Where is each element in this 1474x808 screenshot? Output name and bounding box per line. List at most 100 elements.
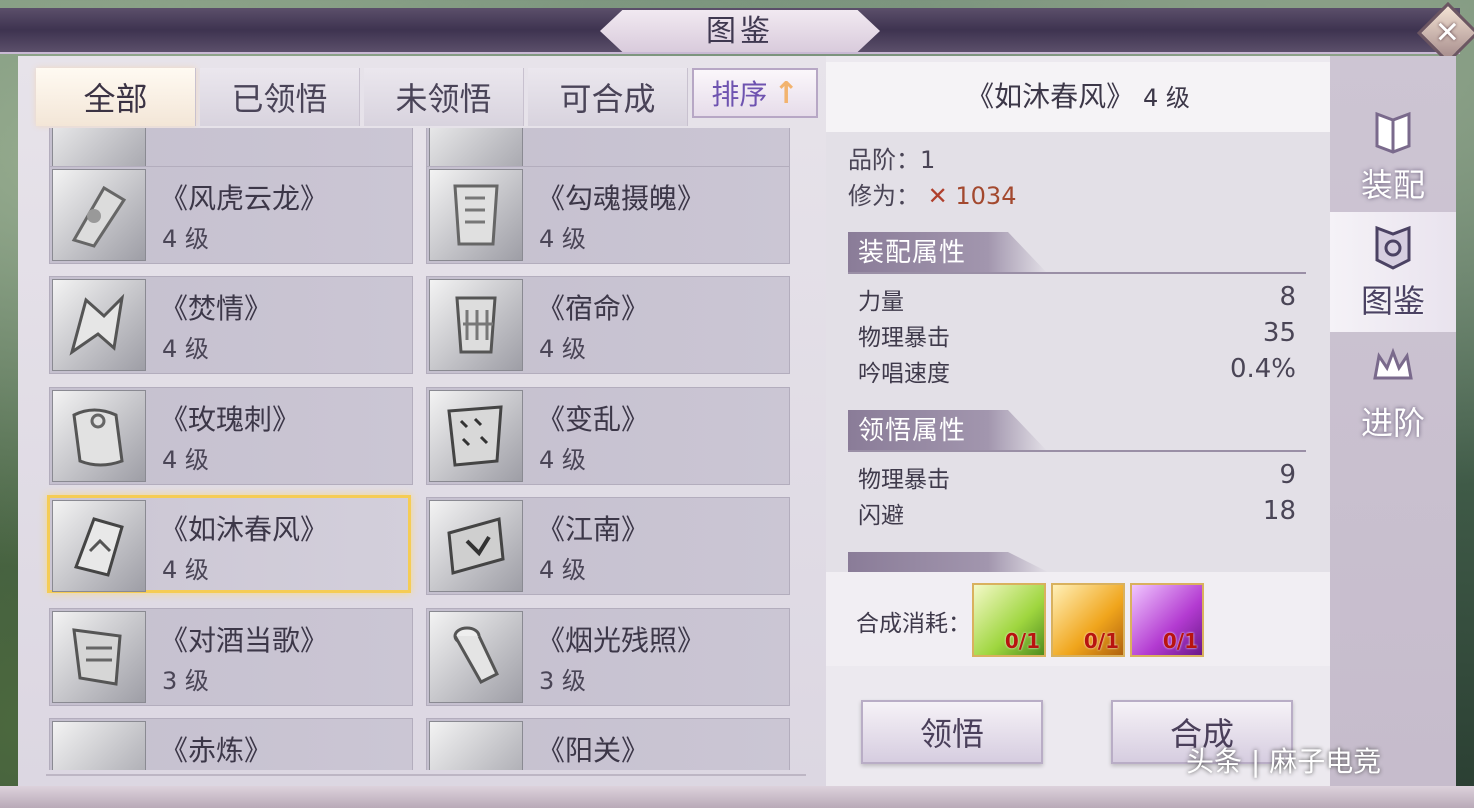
card-name: 《变乱》 [537, 403, 650, 436]
side-tab-equip[interactable]: 装配 [1330, 96, 1456, 216]
attr-value: 35 [1262, 318, 1296, 348]
list-item[interactable]: 《变乱》 4 级 [426, 387, 790, 485]
scroll-icon [429, 721, 523, 770]
comprehend-button-label: 领悟 [919, 715, 984, 753]
attr-name: 闪避 [858, 503, 904, 529]
crossed-swords-icon: ✕ [927, 182, 948, 210]
detail-title-name: 《如沐春风》 [966, 80, 1135, 113]
list-item[interactable]: 《风虎云龙》 4 级 [49, 166, 413, 264]
comprehend-button[interactable]: 领悟 [861, 700, 1043, 764]
attr-name: 吟唱速度 [858, 361, 950, 387]
tab-label: 已领悟 [231, 80, 328, 118]
tab-label: 未领悟 [395, 80, 492, 118]
list-item[interactable]: 《勾魂摄魄》 4 级 [426, 166, 790, 264]
card-level: 4 级 [162, 335, 209, 363]
window-title: 图鉴 [706, 14, 774, 49]
attr-row: 吟唱速度 0.4% [858, 354, 1296, 390]
tab-not-comprehended[interactable]: 未领悟 [364, 68, 524, 126]
card-name: 《如沐春风》 [160, 513, 329, 546]
list-item[interactable]: 《对酒当歌》 3 级 [49, 608, 413, 706]
cost-label: 合成消耗： [856, 611, 971, 637]
card-name: 《风虎云龙》 [160, 182, 329, 215]
watermark: 头条 | 麻子电竞 [1186, 745, 1382, 778]
attr-name: 力量 [858, 289, 904, 315]
detail-title-level: 4 级 [1143, 84, 1190, 112]
card-level: 4 级 [539, 335, 586, 363]
scroll-icon [52, 279, 146, 371]
scroll-icon [52, 611, 146, 703]
material-orange-scroll[interactable]: 0/1 [1051, 583, 1125, 657]
list-item[interactable]: 《江南》 4 级 [426, 497, 790, 595]
side-tab-advance[interactable]: 进阶 [1330, 334, 1456, 454]
attr-name: 物理暴击 [858, 325, 950, 351]
cultivation-label: 修为： [848, 182, 920, 210]
card-name: 《阳关》 [537, 734, 650, 767]
card-name: 《对酒当歌》 [160, 624, 329, 657]
card-level: 4 级 [162, 556, 209, 584]
scroll-icon [429, 500, 523, 592]
card-name: 《玫瑰刺》 [160, 403, 301, 436]
side-tab-collection[interactable]: 图鉴 [1330, 212, 1456, 332]
list-item[interactable]: 《阳关》 [426, 718, 790, 770]
attr-value: 0.4% [1229, 354, 1296, 384]
attr-row: 力量 8 [858, 282, 1296, 318]
side-tab-label: 图鉴 [1360, 282, 1425, 320]
grade-value: 1 [920, 146, 936, 174]
attr-name: 物理暴击 [858, 467, 950, 493]
card-level: 3 级 [539, 667, 586, 695]
card-list[interactable]: 《风虎云龙》 4 级 《勾魂摄魄》 4 级 《焚情》 4 级 《宿命》 4 级 … [18, 128, 826, 770]
grade-label: 品阶： [848, 146, 920, 174]
list-item[interactable]: 《烟光残照》 3 级 [426, 608, 790, 706]
grade-row: 品阶：1 [848, 140, 935, 175]
list-item[interactable]: 《赤炼》 [49, 718, 413, 770]
card-level: 4 级 [539, 556, 586, 584]
side-tab-label: 进阶 [1360, 404, 1425, 442]
list-item[interactable]: 《宿命》 4 级 [426, 276, 790, 374]
cultivation-row: 修为： ✕ 1034 [848, 176, 1016, 211]
card-level: 4 级 [162, 225, 209, 253]
card-name: 《勾魂摄魄》 [537, 182, 706, 215]
tab-label: 可合成 [559, 80, 656, 118]
section-divider [848, 450, 1306, 452]
scroll-icon [429, 611, 523, 703]
attr-row: 闪避 18 [858, 496, 1296, 532]
attr-value: 9 [1279, 460, 1296, 490]
material-purple-scroll[interactable]: 0/1 [1130, 583, 1204, 657]
material-count: 0/1 [1083, 629, 1119, 653]
attr-row: 物理暴击 35 [858, 318, 1296, 354]
attr-value: 18 [1262, 496, 1296, 526]
card-name: 《江南》 [537, 513, 650, 546]
scroll-icon [52, 390, 146, 482]
list-item-selected[interactable]: 《如沐春风》 4 级 [47, 495, 411, 593]
tab-synthesizable[interactable]: 可合成 [528, 68, 688, 126]
list-item[interactable]: 《焚情》 4 级 [49, 276, 413, 374]
scroll-icon [52, 169, 146, 261]
crown-icon [1373, 347, 1413, 380]
bottom-frame [0, 786, 1474, 808]
card-level: 4 级 [162, 446, 209, 474]
card-level: 3 级 [162, 667, 209, 695]
card-name: 《焚情》 [160, 292, 273, 325]
cultivation-value: 1034 [955, 182, 1017, 210]
scroll-icon [429, 390, 523, 482]
tab-all[interactable]: 全部 [36, 68, 196, 126]
attr-value: 8 [1279, 282, 1296, 312]
tab-label: 全部 [83, 80, 148, 118]
scroll-icon [52, 500, 146, 592]
tab-comprehended[interactable]: 已领悟 [200, 68, 360, 126]
section-divider [848, 272, 1306, 274]
card-level: 4 级 [539, 446, 586, 474]
material-count: 0/1 [1004, 629, 1040, 653]
card-name: 《烟光残照》 [537, 624, 706, 657]
sort-arrow-icon: ↑ [773, 75, 799, 111]
book-icon [1375, 111, 1411, 154]
sort-button[interactable]: 排序 ↑ [692, 68, 818, 118]
card-level: 4 级 [539, 225, 586, 253]
list-item[interactable]: 《玫瑰刺》 4 级 [49, 387, 413, 485]
side-tab-label: 装配 [1360, 166, 1425, 204]
sort-label: 排序 [711, 78, 768, 111]
material-green-scroll[interactable]: 0/1 [972, 583, 1046, 657]
scroll-icon [429, 169, 523, 261]
card-name: 《赤炼》 [160, 734, 273, 767]
detail-title: 《如沐春风》 4 级 [826, 62, 1330, 132]
